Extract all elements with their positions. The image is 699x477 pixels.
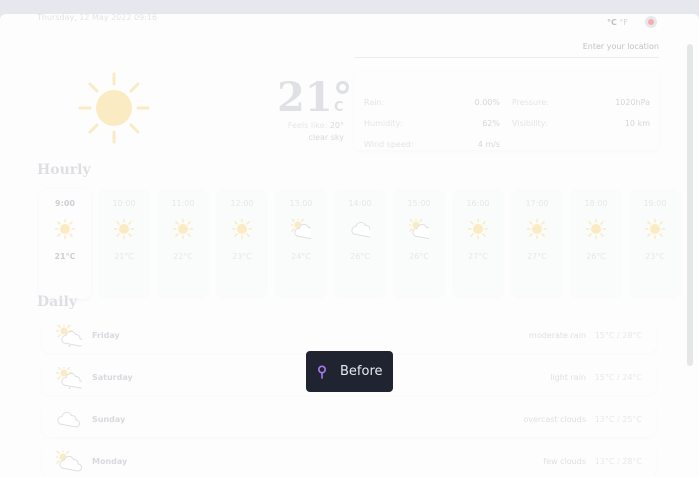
hourly-temp: 26°C <box>586 252 606 261</box>
hourly-card[interactable]: 18:00 26°C <box>570 189 622 299</box>
vertical-scrollbar[interactable] <box>687 44 693 366</box>
hourly-card[interactable]: 17:00 27°C <box>511 189 563 299</box>
daily-row[interactable]: Friday moderate rain 15°C / 28°C <box>42 319 656 353</box>
hourly-temp: 22°C <box>173 252 193 261</box>
daily-day: Saturday <box>92 373 133 382</box>
gear-icon[interactable] <box>645 16 657 28</box>
sun-icon <box>526 218 548 240</box>
search-bar[interactable] <box>354 42 659 58</box>
sun-icon <box>78 72 150 144</box>
hourly-temp: 23°C <box>232 252 252 261</box>
hourly-card[interactable]: 11:00 22°C <box>157 189 209 299</box>
hourly-time: 10:00 <box>112 199 136 208</box>
daily-row[interactable]: Sunday overcast clouds 13°C / 25°C <box>42 403 656 437</box>
hourly-time: 17:00 <box>525 199 549 208</box>
hourly-time: 19:00 <box>643 199 667 208</box>
hourly-temp: 21°C <box>114 252 134 261</box>
hourly-card[interactable]: 15:00 26°C <box>393 189 445 299</box>
rain-value: 0.00% <box>474 98 500 107</box>
sun-icon <box>585 218 607 240</box>
pin-icon <box>317 364 327 379</box>
sun-icon <box>231 218 253 240</box>
hourly-time: 11:00 <box>171 199 195 208</box>
unit-celsius[interactable]: °C <box>607 18 617 27</box>
daily-day: Sunday <box>92 415 126 424</box>
sun-icon <box>54 218 76 240</box>
hourly-temp: 21°C <box>54 252 76 261</box>
current-description: clear sky <box>308 133 344 142</box>
hourly-time: 13:00 <box>289 199 313 208</box>
feels-like: Feels like: 20° <box>250 121 344 130</box>
hourly-forecast: 9:00 21°C 10:00 21°C 11:00 22°C 12:00 23°C 13:00… <box>39 189 699 299</box>
pressure-label: Pressure: <box>512 98 549 107</box>
feels-like-label: Feels like: <box>287 121 328 130</box>
unit-fahrenheit[interactable]: °F <box>619 18 628 27</box>
hourly-time: 15:00 <box>407 199 431 208</box>
pressure-value: 1020hPa <box>615 98 650 107</box>
weather-stats-card: Rain: 0.00% Pressure: 1020hPa Humidity: … <box>354 72 659 150</box>
hourly-temp: 23°C <box>645 252 665 261</box>
sun-icon <box>467 218 489 240</box>
partly-cloudy-icon <box>53 447 82 473</box>
cloud-icon <box>56 409 82 431</box>
cloud-icon <box>350 219 374 239</box>
visibility-value: 10 km <box>624 119 650 128</box>
humidity-label: Humidity: <box>364 119 403 128</box>
hourly-temp: 26°C <box>409 252 429 261</box>
hourly-temp: 24°C <box>291 252 311 261</box>
daily-temp-range: 13°C / 28°C <box>594 457 642 466</box>
sun-rain-icon <box>54 363 84 390</box>
hourly-time: 14:00 <box>348 199 372 208</box>
daily-description: light rain <box>550 373 586 382</box>
sun-rain-icon <box>54 321 84 348</box>
unit-toggle[interactable]: °C °F <box>607 18 628 27</box>
humidity-value: 62% <box>482 119 500 128</box>
wind-value: 4 m/s <box>477 140 500 149</box>
hourly-card[interactable]: 13:00 24°C <box>275 189 327 299</box>
daily-day: Friday <box>92 331 120 340</box>
tooltip-label: Before <box>340 364 383 379</box>
location-search-input[interactable] <box>354 42 659 51</box>
before-tooltip: Before <box>306 351 393 392</box>
weather-app-window: Thursday, 12 May 2022 09:16 °C °F 21° C … <box>0 14 699 477</box>
wind-label: Wind speed: <box>364 140 414 149</box>
hourly-time: 16:00 <box>466 199 490 208</box>
current-date: Thursday, 12 May 2022 09:16 <box>37 14 158 22</box>
daily-temp-range: 15°C / 24°C <box>594 373 642 382</box>
rain-label: Rain: <box>364 98 385 107</box>
hourly-time: 9:00 <box>55 199 75 208</box>
hourly-card[interactable]: 9:00 21°C <box>39 189 91 299</box>
current-temperature-unit: C <box>334 100 344 115</box>
sun-icon <box>113 218 135 240</box>
daily-temp-range: 15°C / 28°C <box>594 331 642 340</box>
hourly-time: 12:00 <box>230 199 254 208</box>
partly-cloudy-icon <box>288 215 317 240</box>
hourly-temp: 27°C <box>527 252 547 261</box>
hourly-time: 18:00 <box>584 199 608 208</box>
hourly-card[interactable]: 10:00 21°C <box>98 189 150 299</box>
hourly-title: Hourly <box>37 162 91 178</box>
partly-cloudy-icon <box>406 215 435 240</box>
hourly-card[interactable]: 12:00 23°C <box>216 189 268 299</box>
daily-temp-range: 13°C / 25°C <box>594 415 642 424</box>
visibility-label: Visibility: <box>512 119 548 128</box>
daily-row[interactable]: Monday few clouds 13°C / 28°C <box>42 445 656 477</box>
hourly-card[interactable]: 16:00 27°C <box>452 189 504 299</box>
hourly-temp: 27°C <box>468 252 488 261</box>
daily-title: Daily <box>37 294 77 310</box>
feels-like-value: 20° <box>329 121 344 130</box>
hourly-card[interactable]: 14:00 26°C <box>334 189 386 299</box>
sun-icon <box>172 218 194 240</box>
daily-description: overcast clouds <box>523 415 586 424</box>
daily-day: Monday <box>92 457 128 466</box>
hourly-temp: 26°C <box>350 252 370 261</box>
daily-description: few clouds <box>543 457 586 466</box>
hourly-card[interactable]: 19:00 23°C <box>629 189 681 299</box>
sun-icon <box>644 218 666 240</box>
daily-description: moderate rain <box>529 331 586 340</box>
